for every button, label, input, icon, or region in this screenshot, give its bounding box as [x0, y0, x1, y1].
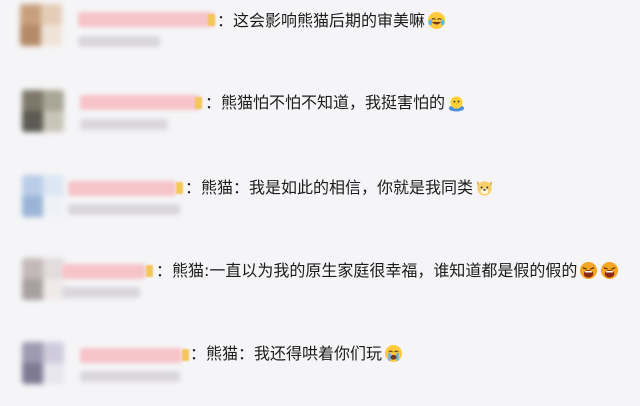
comment-item: ：熊猫：我是如此的相信，你就是我同类 [0, 160, 640, 230]
dog-emoji-icon [476, 180, 493, 196]
avatar[interactable] [20, 4, 62, 46]
comment-item: ：这会影响熊猫后期的审美嘛 [0, 0, 640, 70]
comment-text: ：这会影响熊猫后期的审美嘛 [217, 11, 446, 31]
meta-blurred [80, 371, 180, 382]
level-badge [146, 265, 153, 277]
avatar-pixel [43, 90, 64, 111]
avatar-pixel [22, 258, 43, 279]
chick-emoji-icon [448, 96, 465, 112]
avatar-pixel [43, 196, 64, 217]
avatar-pixel [41, 4, 62, 25]
avatar-pixel [43, 363, 64, 384]
laughing-tears-emoji-icon [427, 11, 446, 30]
comment-item: ：熊猫：我还得哄着你们玩 [0, 320, 640, 390]
comment-text: ：熊猫:一直以为我的原生家庭很幸福，谁知道都是假的假的 [156, 261, 619, 281]
scream-emoji-icon [580, 261, 598, 280]
avatar-pixel [22, 342, 43, 363]
crying-emoji-icon [384, 344, 403, 363]
avatar-pixel [22, 279, 43, 300]
level-badge [195, 97, 202, 109]
level-badge [182, 349, 189, 361]
avatar-pixel [43, 111, 64, 132]
username-blurred[interactable] [68, 181, 176, 196]
avatar[interactable] [22, 342, 64, 384]
comment-text: ：熊猫怕不怕不知道，我挺害怕的 [205, 93, 466, 113]
comment-content: ：熊猫：我还得哄着你们玩 [190, 344, 383, 363]
comment-content: ：熊猫：我是如此的相信，你就是我同类 [185, 178, 474, 197]
comment-text: ：熊猫：我是如此的相信，你就是我同类 [185, 178, 494, 198]
comment-item: ：熊猫:一直以为我的原生家庭很幸福，谁知道都是假的假的 [0, 240, 640, 310]
level-badge [208, 14, 215, 26]
avatar[interactable] [22, 258, 64, 300]
avatar-pixel [22, 111, 43, 132]
avatar-pixel [22, 363, 43, 384]
meta-blurred [80, 119, 168, 130]
avatar-pixel [41, 25, 62, 46]
scream-emoji-icon [601, 261, 619, 280]
avatar-pixel [43, 258, 64, 279]
avatar-pixel [20, 25, 41, 46]
avatar[interactable] [22, 175, 64, 217]
meta-blurred [78, 36, 160, 47]
level-badge [176, 182, 183, 194]
username-blurred[interactable] [62, 264, 146, 279]
avatar-pixel [43, 279, 64, 300]
avatar-pixel [20, 4, 41, 25]
comment-content: ：熊猫:一直以为我的原生家庭很幸福，谁知道都是假的假的 [156, 261, 578, 280]
avatar-pixel [22, 90, 43, 111]
comment-text: ：熊猫：我还得哄着你们玩 [190, 344, 403, 364]
comment-content: ：熊猫怕不怕不知道，我挺害怕的 [205, 93, 446, 112]
avatar-pixel [43, 342, 64, 363]
avatar-pixel [43, 175, 64, 196]
username-blurred[interactable] [80, 95, 200, 110]
username-blurred[interactable] [80, 348, 182, 363]
meta-blurred [62, 287, 140, 298]
avatar[interactable] [22, 90, 64, 132]
avatar-pixel [22, 196, 43, 217]
username-blurred[interactable] [78, 12, 214, 27]
avatar-pixel [22, 175, 43, 196]
comment-item: ：熊猫怕不怕不知道，我挺害怕的 [0, 80, 640, 150]
meta-blurred [68, 204, 180, 215]
comment-content: ：这会影响熊猫后期的审美嘛 [217, 11, 426, 30]
